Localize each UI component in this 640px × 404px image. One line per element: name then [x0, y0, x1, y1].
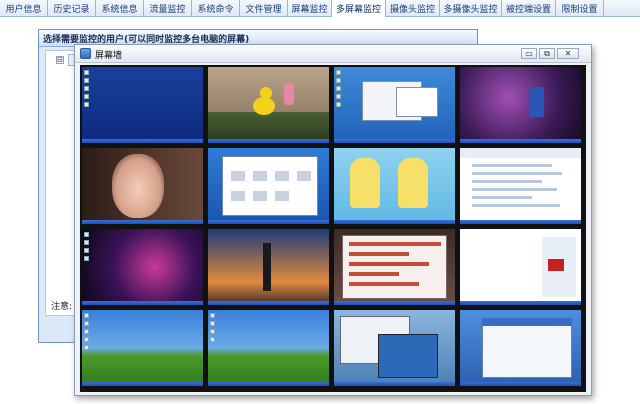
- tab-file-manager[interactable]: 文件管理: [240, 0, 288, 17]
- taskbar: [208, 139, 329, 143]
- screen-grid: [80, 65, 586, 392]
- tab-label: 历史记录: [53, 5, 90, 15]
- open-window: [396, 87, 438, 117]
- tab-label: 多摄像头监控: [443, 5, 498, 15]
- tab-traffic-monitor[interactable]: 流量监控: [144, 0, 192, 17]
- desktop-icons: [84, 70, 90, 110]
- tab-label: 摄像头监控: [389, 5, 435, 15]
- minimize-button[interactable]: ▭: [521, 48, 537, 59]
- screen-wall-titlebar[interactable]: 屏幕墙 ▭ ⧉ ✕: [75, 45, 591, 63]
- taskbar: [460, 139, 581, 143]
- screen-thumbnail[interactable]: [208, 229, 329, 305]
- taskbar: [460, 301, 581, 305]
- screen-thumbnail[interactable]: [82, 310, 203, 386]
- duck-figure: [253, 97, 275, 115]
- wallpaper-portrait: [112, 154, 164, 218]
- taskbar: [334, 139, 455, 143]
- taskbar: [208, 220, 329, 224]
- tab-label: 限制设置: [561, 5, 598, 15]
- taskbar: [208, 382, 329, 386]
- desktop-icons: [84, 313, 90, 353]
- tab-client-settings[interactable]: 被控端设置: [502, 0, 556, 17]
- screen-thumbnail[interactable]: [334, 310, 455, 386]
- tab-screen-monitor[interactable]: 屏幕监控: [288, 0, 332, 17]
- taskbar: [82, 301, 203, 305]
- tab-multi-screen-monitor[interactable]: 多屏幕监控: [332, 0, 386, 17]
- tab-label: 系统命令: [197, 5, 234, 15]
- screen-thumbnail[interactable]: [82, 67, 203, 143]
- tab-label: 被控端设置: [505, 5, 551, 15]
- screen-wall-window: 屏幕墙 ▭ ⧉ ✕: [74, 44, 592, 396]
- tab-camera-monitor[interactable]: 摄像头监控: [386, 0, 440, 17]
- screen-thumbnail[interactable]: [82, 229, 203, 305]
- screen-thumbnail[interactable]: [460, 229, 581, 305]
- tab-multi-camera-monitor[interactable]: 多摄像头监控: [440, 0, 502, 17]
- tab-label: 用户信息: [5, 5, 42, 15]
- screen-thumbnail[interactable]: [460, 148, 581, 224]
- tab-label: 流量监控: [149, 5, 186, 15]
- tab-history[interactable]: 历史记录: [48, 0, 96, 17]
- desktop-icons: [84, 232, 90, 264]
- tab-limit-settings[interactable]: 限制设置: [556, 0, 604, 17]
- taskbar: [334, 220, 455, 224]
- tab-label: 多屏幕监控: [335, 5, 381, 15]
- notice-label: 注意:: [51, 302, 73, 312]
- tab-label: 屏幕监控: [291, 5, 328, 15]
- app-root: 用户信息 历史记录 系统信息 流量监控 系统命令 文件管理 屏幕监控 多屏幕监控…: [0, 0, 640, 404]
- taskbar: [460, 220, 581, 224]
- screen-wall-title: 屏幕墙: [95, 51, 123, 61]
- taskbar: [82, 382, 203, 386]
- tab-system-info[interactable]: 系统信息: [96, 0, 144, 17]
- screen-thumbnail[interactable]: [460, 67, 581, 143]
- screen-thumbnail[interactable]: [334, 148, 455, 224]
- desktop-icons: [336, 70, 342, 110]
- screen-thumbnail[interactable]: [208, 148, 329, 224]
- lighthouse-figure: [263, 243, 271, 291]
- tab-bar: 用户信息 历史记录 系统信息 流量监控 系统命令 文件管理 屏幕监控 多屏幕监控…: [0, 0, 640, 17]
- taskbar: [334, 382, 455, 386]
- window-app-icon: [80, 48, 91, 59]
- open-window: [482, 318, 572, 378]
- tab-label: 文件管理: [245, 5, 282, 15]
- screen-thumbnail[interactable]: [460, 310, 581, 386]
- taskbar: [82, 139, 203, 143]
- close-button[interactable]: ✕: [557, 48, 579, 59]
- taskbar: [208, 301, 329, 305]
- tab-system-command[interactable]: 系统命令: [192, 0, 240, 17]
- open-window: [222, 156, 318, 216]
- screen-thumbnail[interactable]: [82, 148, 203, 224]
- screen-thumbnail[interactable]: [208, 310, 329, 386]
- screen-thumbnail[interactable]: [334, 67, 455, 143]
- maximize-button[interactable]: ⧉: [539, 48, 555, 59]
- taskbar: [334, 301, 455, 305]
- open-window: [378, 334, 438, 378]
- taskbar: [82, 220, 203, 224]
- tab-user-info[interactable]: 用户信息: [0, 0, 48, 17]
- screen-thumbnail[interactable]: [334, 229, 455, 305]
- open-window: [342, 235, 447, 299]
- tree-collapse-icon[interactable]: ⊟: [56, 56, 64, 64]
- screen-thumbnail[interactable]: [208, 67, 329, 143]
- taskbar: [460, 382, 581, 386]
- tab-label: 系统信息: [101, 5, 138, 15]
- desktop-icons: [210, 313, 216, 345]
